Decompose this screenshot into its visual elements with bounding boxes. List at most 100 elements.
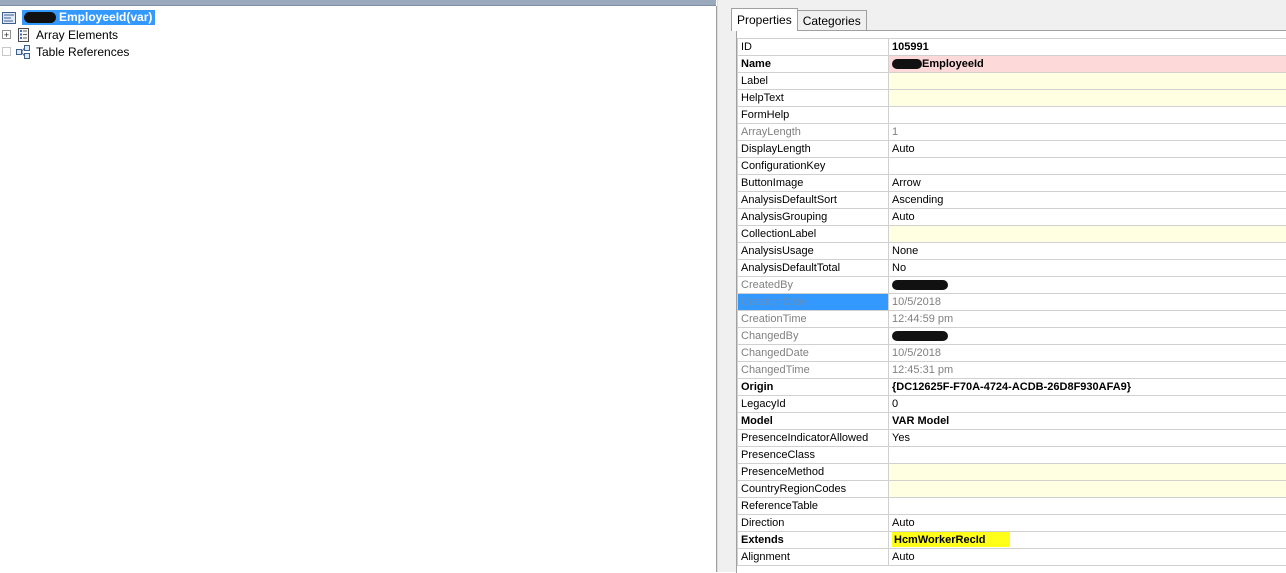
property-value-cell[interactable]: None: [889, 243, 1286, 260]
property-name-cell[interactable]: ID: [738, 39, 889, 56]
property-name-cell[interactable]: FormHelp: [738, 107, 889, 124]
property-row[interactable]: CreationDate10/5/2018: [738, 294, 1286, 311]
property-value-cell[interactable]: [889, 447, 1286, 464]
property-name-cell[interactable]: ReferenceTable: [738, 498, 889, 515]
property-row[interactable]: DisplayLengthAuto: [738, 141, 1286, 158]
property-name-cell[interactable]: ChangedTime: [738, 362, 889, 379]
property-row[interactable]: ChangedTime12:45:31 pm: [738, 362, 1286, 379]
property-row[interactable]: CreatedBy: [738, 277, 1286, 294]
property-row[interactable]: PresenceMethod: [738, 464, 1286, 481]
property-name-cell[interactable]: PresenceMethod: [738, 464, 889, 481]
property-value-cell[interactable]: [889, 464, 1286, 481]
property-row[interactable]: ID105991: [738, 39, 1286, 56]
property-value-cell[interactable]: Arrow: [889, 175, 1286, 192]
property-value-cell[interactable]: 10/5/2018: [889, 294, 1286, 311]
property-name-cell[interactable]: ChangedBy: [738, 328, 889, 345]
property-row[interactable]: FormHelp: [738, 107, 1286, 124]
property-name-cell[interactable]: AnalysisUsage: [738, 243, 889, 260]
pane-splitter[interactable]: [717, 0, 732, 572]
property-value-cell[interactable]: Auto: [889, 515, 1286, 532]
property-row[interactable]: ArrayLength1: [738, 124, 1286, 141]
property-value-cell[interactable]: 105991: [889, 39, 1286, 56]
property-value-cell[interactable]: {DC12625F-F70A-4724-ACDB-26D8F930AFA9}: [889, 379, 1286, 396]
property-value-cell[interactable]: EmployeeId: [889, 56, 1286, 73]
property-name-cell[interactable]: CountryRegionCodes: [738, 481, 889, 498]
property-row[interactable]: AnalysisUsageNone: [738, 243, 1286, 260]
property-row[interactable]: CreationTime12:44:59 pm: [738, 311, 1286, 328]
property-row[interactable]: Label: [738, 73, 1286, 90]
property-value-cell[interactable]: [889, 328, 1286, 345]
property-value-cell[interactable]: [889, 90, 1286, 107]
property-name-cell[interactable]: PresenceClass: [738, 447, 889, 464]
property-row[interactable]: HelpText: [738, 90, 1286, 107]
property-value-cell[interactable]: 1: [889, 124, 1286, 141]
property-row[interactable]: AlignmentAuto: [738, 549, 1286, 566]
property-value-cell[interactable]: Auto: [889, 549, 1286, 566]
property-name-cell[interactable]: ArrayLength: [738, 124, 889, 141]
property-name-cell[interactable]: DisplayLength: [738, 141, 889, 158]
property-row[interactable]: ReferenceTable: [738, 498, 1286, 515]
property-name-cell[interactable]: CreationDate: [738, 294, 889, 311]
property-name-cell[interactable]: Extends: [738, 532, 889, 549]
property-row[interactable]: ConfigurationKey: [738, 158, 1286, 175]
property-row[interactable]: ModelVAR Model: [738, 413, 1286, 430]
property-value-cell[interactable]: 12:45:31 pm: [889, 362, 1286, 379]
property-name-cell[interactable]: AnalysisDefaultTotal: [738, 260, 889, 277]
property-value-cell[interactable]: No: [889, 260, 1286, 277]
tab-properties[interactable]: Properties: [731, 8, 798, 31]
property-name-cell[interactable]: ButtonImage: [738, 175, 889, 192]
tree-root-label[interactable]: EmployeeId(var): [22, 10, 155, 25]
property-value-cell[interactable]: [889, 498, 1286, 515]
property-value-cell[interactable]: VAR Model: [889, 413, 1286, 430]
property-value-cell[interactable]: Auto: [889, 141, 1286, 158]
property-name-cell[interactable]: Label: [738, 73, 889, 90]
property-name-cell[interactable]: HelpText: [738, 90, 889, 107]
property-value-cell[interactable]: HcmWorkerRecId: [889, 532, 1286, 549]
property-name-cell[interactable]: AnalysisDefaultSort: [738, 192, 889, 209]
property-row[interactable]: AnalysisDefaultSortAscending: [738, 192, 1286, 209]
property-row[interactable]: ButtonImageArrow: [738, 175, 1286, 192]
property-value-cell[interactable]: Ascending: [889, 192, 1286, 209]
property-name-cell[interactable]: Alignment: [738, 549, 889, 566]
aot-tree[interactable]: EmployeeId(var) + Array Elements Table R…: [0, 6, 717, 572]
property-value-cell[interactable]: [889, 107, 1286, 124]
property-name-cell[interactable]: ConfigurationKey: [738, 158, 889, 175]
property-value-cell[interactable]: 0: [889, 396, 1286, 413]
property-name-cell[interactable]: Direction: [738, 515, 889, 532]
tree-node-array-elements[interactable]: + Array Elements: [2, 26, 118, 43]
property-value-cell[interactable]: [889, 481, 1286, 498]
property-name-cell[interactable]: ChangedDate: [738, 345, 889, 362]
tree-root-node[interactable]: EmployeeId(var): [2, 9, 155, 26]
property-value-cell[interactable]: [889, 226, 1286, 243]
property-value-cell[interactable]: [889, 73, 1286, 90]
property-name-cell[interactable]: AnalysisGrouping: [738, 209, 889, 226]
property-row[interactable]: PresenceClass: [738, 447, 1286, 464]
expand-toggle[interactable]: +: [2, 30, 11, 39]
property-row[interactable]: LegacyId0: [738, 396, 1286, 413]
property-value-cell[interactable]: 12:44:59 pm: [889, 311, 1286, 328]
property-value-cell[interactable]: [889, 158, 1286, 175]
property-row[interactable]: ChangedDate10/5/2018: [738, 345, 1286, 362]
property-name-cell[interactable]: LegacyId: [738, 396, 889, 413]
property-row[interactable]: Origin{DC12625F-F70A-4724-ACDB-26D8F930A…: [738, 379, 1286, 396]
property-name-cell[interactable]: Name: [738, 56, 889, 73]
property-value-cell[interactable]: 10/5/2018: [889, 345, 1286, 362]
property-row[interactable]: PresenceIndicatorAllowedYes: [738, 430, 1286, 447]
property-row[interactable]: CountryRegionCodes: [738, 481, 1286, 498]
property-value-cell[interactable]: Auto: [889, 209, 1286, 226]
property-value-cell[interactable]: [889, 277, 1286, 294]
property-name-cell[interactable]: Model: [738, 413, 889, 430]
property-name-cell[interactable]: Origin: [738, 379, 889, 396]
expand-toggle[interactable]: [2, 47, 11, 56]
property-name-cell[interactable]: CreationTime: [738, 311, 889, 328]
property-name-cell[interactable]: CreatedBy: [738, 277, 889, 294]
property-row[interactable]: AnalysisGroupingAuto: [738, 209, 1286, 226]
property-row[interactable]: ExtendsHcmWorkerRecId: [738, 532, 1286, 549]
property-name-cell[interactable]: CollectionLabel: [738, 226, 889, 243]
property-name-cell[interactable]: PresenceIndicatorAllowed: [738, 430, 889, 447]
tree-node-table-references[interactable]: Table References: [2, 43, 129, 60]
property-row[interactable]: DirectionAuto: [738, 515, 1286, 532]
property-row[interactable]: CollectionLabel: [738, 226, 1286, 243]
property-row[interactable]: ChangedBy: [738, 328, 1286, 345]
property-row[interactable]: AnalysisDefaultTotalNo: [738, 260, 1286, 277]
